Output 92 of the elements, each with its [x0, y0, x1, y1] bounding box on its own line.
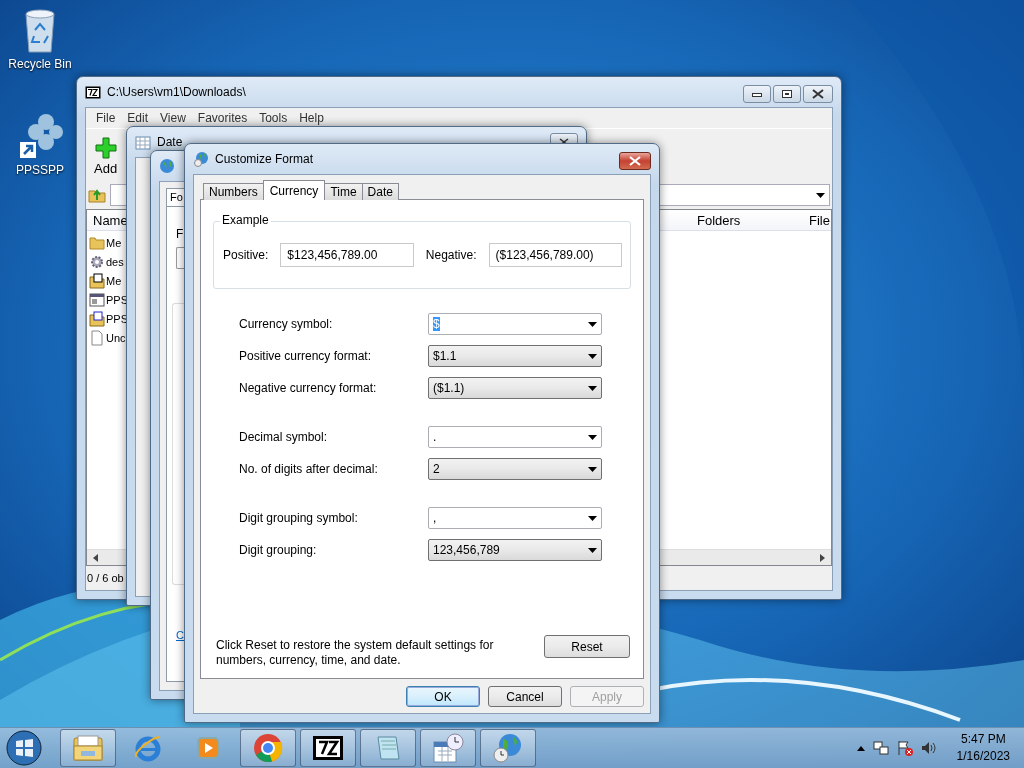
plus-icon — [94, 136, 117, 159]
desktop-icon-label[interactable]: PPSSPP — [16, 163, 64, 177]
window-title: C:\Users\vm1\Downloads\ — [107, 85, 246, 99]
field-label: Positive: — [223, 248, 269, 262]
caret-icon — [588, 466, 597, 472]
globe-icon — [193, 151, 209, 167]
folder-icon — [72, 734, 104, 762]
calendar-clock-icon — [431, 732, 465, 764]
caret-icon — [588, 385, 597, 391]
caret-icon — [816, 192, 825, 198]
start-button[interactable] — [4, 728, 44, 768]
dropdown[interactable]: 123,456,789 — [428, 539, 602, 561]
field-label: F — [176, 227, 185, 241]
field-label: Negative: — [425, 248, 477, 262]
field-label: Negative currency format: — [239, 381, 378, 395]
network-icon[interactable] — [872, 740, 889, 756]
dropdown[interactable]: ($1.1) — [428, 377, 602, 399]
taskbar-button[interactable] — [300, 729, 356, 767]
folder-icon — [89, 234, 105, 251]
file-name[interactable]: Unc — [106, 331, 126, 344]
file-name[interactable]: des — [106, 255, 124, 268]
speaker-icon[interactable] — [920, 740, 937, 756]
field-label: Digit grouping: — [239, 543, 318, 557]
column-header[interactable]: Folders — [697, 212, 741, 228]
column-header[interactable]: Name — [93, 212, 128, 228]
caret-icon — [588, 353, 597, 359]
dropdown[interactable]: , — [428, 507, 602, 529]
window-title: Customize Format — [215, 152, 314, 166]
clock-time[interactable]: 5:47 PM — [960, 731, 1006, 748]
add-button[interactable]: Add — [90, 133, 122, 179]
scroll-right-icon[interactable] — [820, 553, 825, 562]
window-title: Date — [157, 135, 183, 149]
document-icon — [89, 329, 105, 346]
show-hidden-icon[interactable] — [856, 745, 865, 751]
menu-item[interactable]: Help — [293, 111, 330, 125]
close-icon — [629, 156, 641, 166]
globe-icon — [159, 158, 175, 174]
positive-example-field: $123,456,789.00 — [280, 243, 414, 267]
calendar-icon — [135, 134, 151, 150]
tab[interactable]: Time — [324, 183, 363, 200]
flag-icon[interactable] — [896, 740, 913, 756]
minimize-icon — [752, 91, 762, 97]
dropdown[interactable]: 2 — [428, 458, 602, 480]
close-button[interactable] — [803, 85, 833, 103]
tab[interactable]: Date — [361, 183, 399, 200]
group-title: Example — [220, 213, 271, 227]
menu-item[interactable]: Edit — [121, 111, 155, 125]
play-icon — [195, 735, 221, 761]
field-label: Decimal symbol: — [239, 430, 329, 444]
browser-icon — [133, 733, 163, 763]
menu-item[interactable]: View — [154, 111, 192, 125]
tab[interactable]: Numbers — [203, 183, 264, 200]
caret-icon — [588, 515, 597, 521]
close-icon — [812, 89, 824, 99]
scroll-left-icon[interactable] — [93, 553, 98, 562]
caret-icon — [588, 321, 597, 327]
dialog-button[interactable]: OK — [406, 686, 480, 707]
tab[interactable]: Fo — [166, 188, 187, 206]
field-label: Digit grouping symbol: — [239, 511, 359, 525]
menu-item[interactable]: Favorites — [191, 111, 254, 125]
status-text: 0 / 6 ob — [87, 572, 124, 584]
tab[interactable]: Currency — [262, 180, 326, 200]
reset-button[interactable]: Reset — [544, 635, 630, 658]
help-text: Click Reset to restore the system default settings for numbers, currency, time, and date. — [216, 638, 495, 668]
column-header[interactable]: File — [809, 212, 830, 228]
window-icon — [89, 291, 105, 308]
field-label: Currency symbol: — [239, 317, 334, 331]
minimize-button[interactable] — [743, 85, 771, 103]
file-name[interactable]: Me — [106, 274, 122, 287]
desktop-icon-label[interactable]: Recycle Bin — [8, 57, 72, 71]
archive-icon — [89, 272, 105, 289]
dropdown[interactable]: $1.1 — [428, 345, 602, 367]
archive-logo-icon — [312, 735, 344, 761]
menu-item[interactable]: Tools — [253, 111, 294, 125]
gear-icon — [89, 253, 105, 270]
caret-icon — [588, 547, 597, 553]
dialog-button[interactable]: Cancel — [488, 686, 562, 707]
field-label: Positive currency format: — [239, 349, 373, 363]
maximize-icon — [782, 90, 792, 98]
clock-date[interactable]: 1/16/2023 — [956, 748, 1010, 765]
chrome-icon — [252, 732, 284, 764]
archive-icon — [89, 310, 105, 327]
maximize-button[interactable] — [773, 85, 801, 103]
negative-example-field: ($123,456,789.00) — [488, 243, 622, 267]
archive-logo-icon — [85, 85, 101, 99]
file-name[interactable]: Me — [106, 236, 122, 249]
dropdown[interactable]: . — [428, 426, 602, 448]
close-button[interactable] — [619, 152, 651, 170]
windows-logo-icon — [5, 729, 43, 767]
menu-item[interactable]: File — [90, 111, 122, 125]
field-label: No. of digits after decimal: — [239, 462, 379, 476]
caret-icon — [588, 434, 597, 440]
